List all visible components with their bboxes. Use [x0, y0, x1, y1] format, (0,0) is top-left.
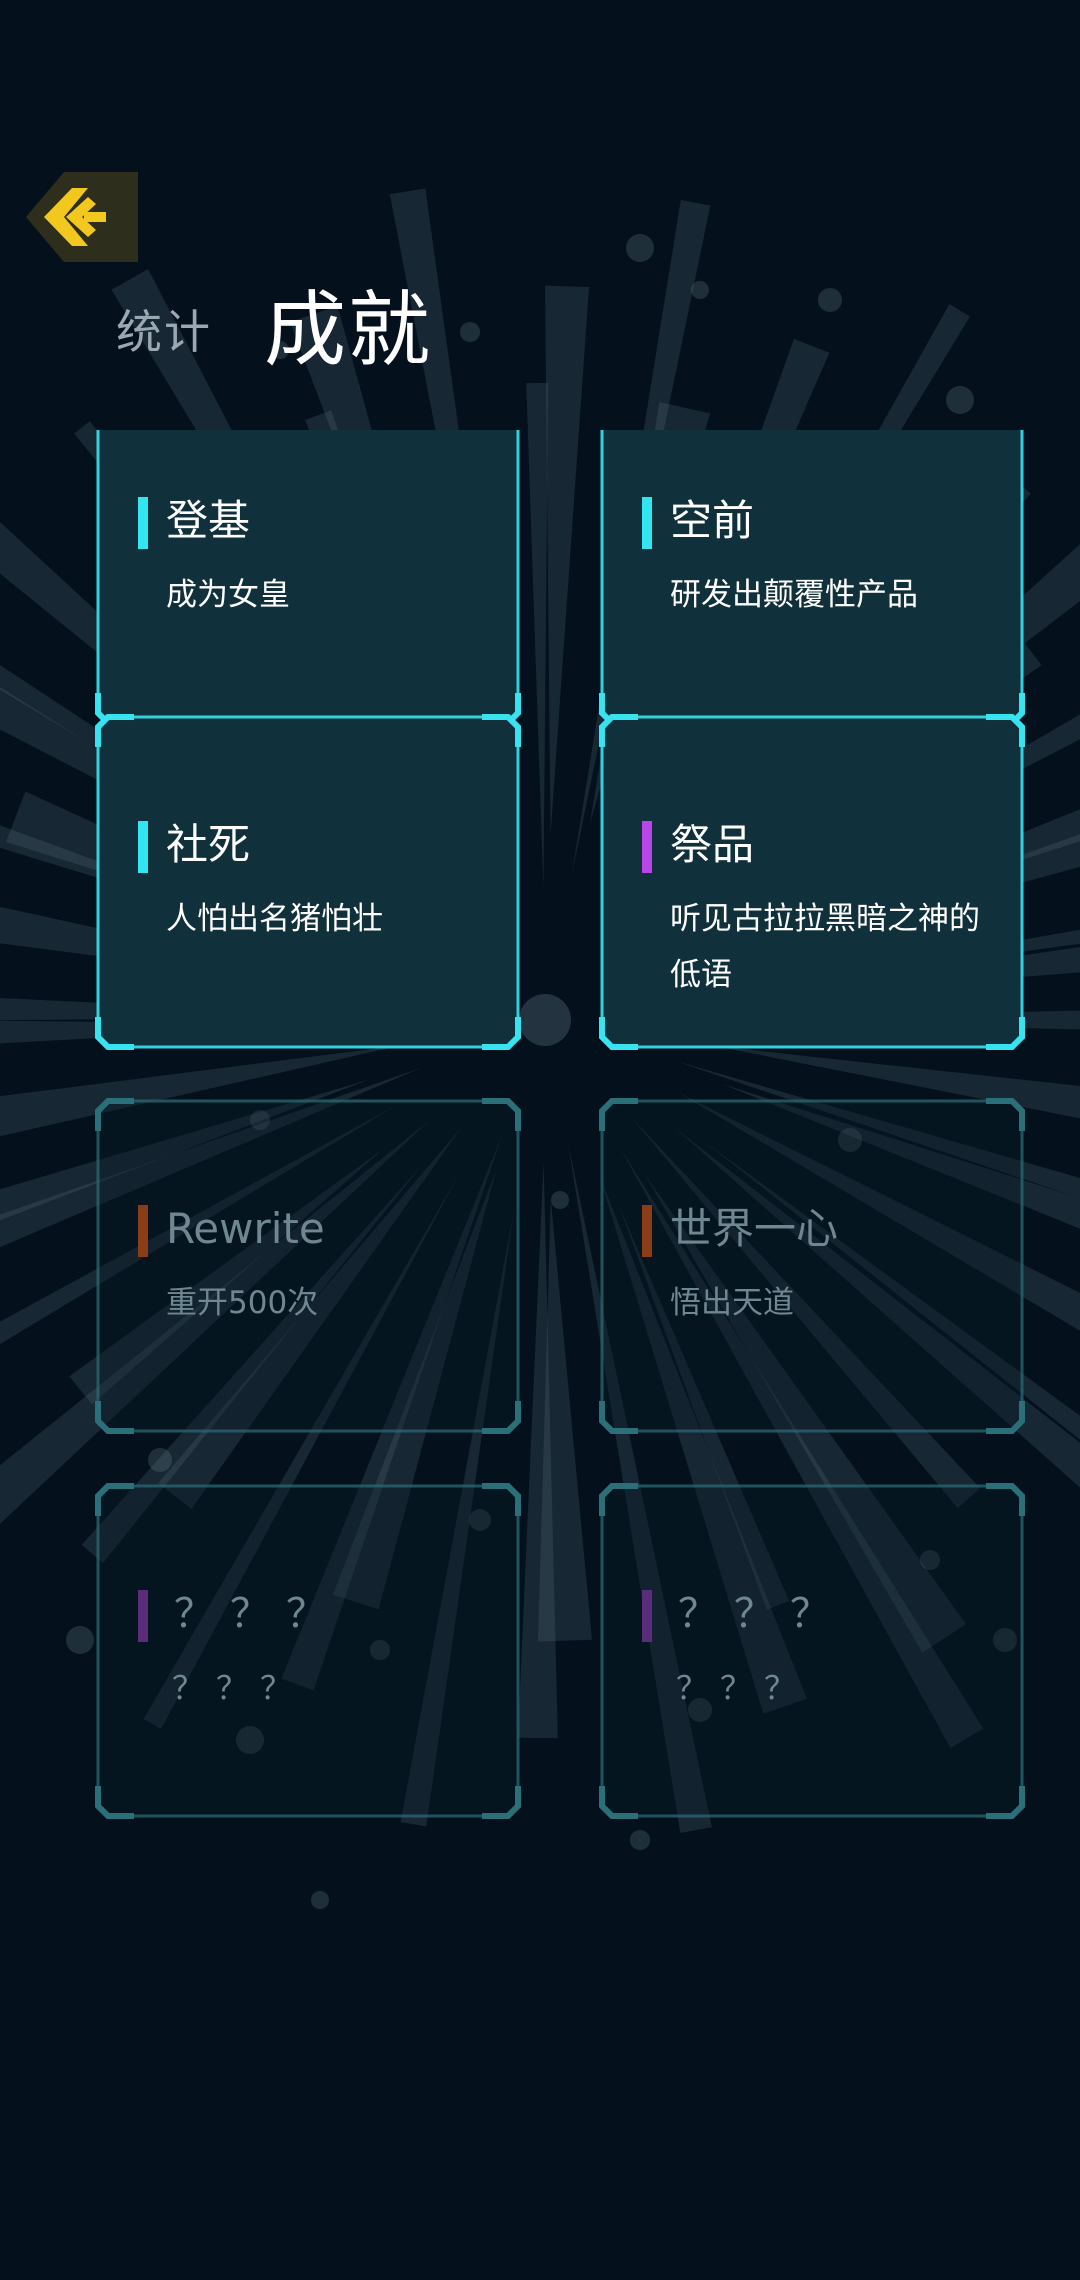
card-accent-bar	[138, 821, 148, 873]
achievement-title: Rewrite	[166, 1204, 325, 1253]
card-accent-bar	[642, 1590, 652, 1642]
card-accent-bar	[138, 1590, 148, 1642]
achievement-title: 登基	[166, 496, 251, 545]
achievement-card: ？？？ ？？？	[598, 1482, 1026, 1820]
achievement-card: 空前 研发出颠覆性产品	[598, 430, 1026, 727]
achievement-title: ？？？	[678, 1591, 846, 1637]
card-accent-bar	[642, 497, 652, 549]
achievement-card: ？？？ ？？？	[94, 1482, 522, 1820]
achievement-title: 社死	[166, 820, 251, 869]
card-accent-bar	[138, 497, 148, 549]
achievement-description: 成为女皇	[166, 577, 290, 613]
achievement-title: ？？？	[174, 1591, 342, 1637]
tab-bar: 统计 成就	[116, 272, 432, 382]
achievement-description: 研发出颠覆性产品	[670, 577, 918, 613]
card-accent-bar	[642, 1205, 652, 1257]
achievement-card: 社死 人怕出名猪怕壮	[94, 713, 522, 1051]
achievement-card: 世界一心 悟出天道	[598, 1097, 1026, 1435]
tab-achievements[interactable]: 成就	[264, 263, 432, 382]
card-accent-bar	[642, 821, 652, 873]
achievement-description: ？？？	[676, 1669, 809, 1707]
achievement-title: 空前	[670, 496, 755, 545]
achievement-grid: 登基 成为女皇 空前 研发出颠覆性产品 社死 人怕出名猪怕壮 祭品 听见古拉拉黑…	[0, 430, 1080, 1930]
achievement-description: 重开500次	[166, 1285, 319, 1321]
achievement-title: 祭品	[670, 820, 755, 869]
achievement-description: ？？？	[172, 1669, 305, 1707]
tab-stats[interactable]: 统计	[116, 296, 212, 362]
achievement-description: 人怕出名猪怕壮	[166, 901, 383, 937]
back-button[interactable]	[26, 170, 138, 264]
back-arrow-icon	[26, 172, 138, 262]
achievement-title: 世界一心	[670, 1204, 839, 1253]
achievement-description: 听见古拉拉黑暗之神的低语	[670, 901, 980, 993]
card-accent-bar	[138, 1205, 148, 1257]
achievement-card: 登基 成为女皇	[94, 430, 522, 727]
achievement-card: Rewrite 重开500次	[94, 1097, 522, 1435]
achievement-description: 悟出天道	[670, 1285, 794, 1321]
achievement-card: 祭品 听见古拉拉黑暗之神的低语	[598, 713, 1026, 1051]
